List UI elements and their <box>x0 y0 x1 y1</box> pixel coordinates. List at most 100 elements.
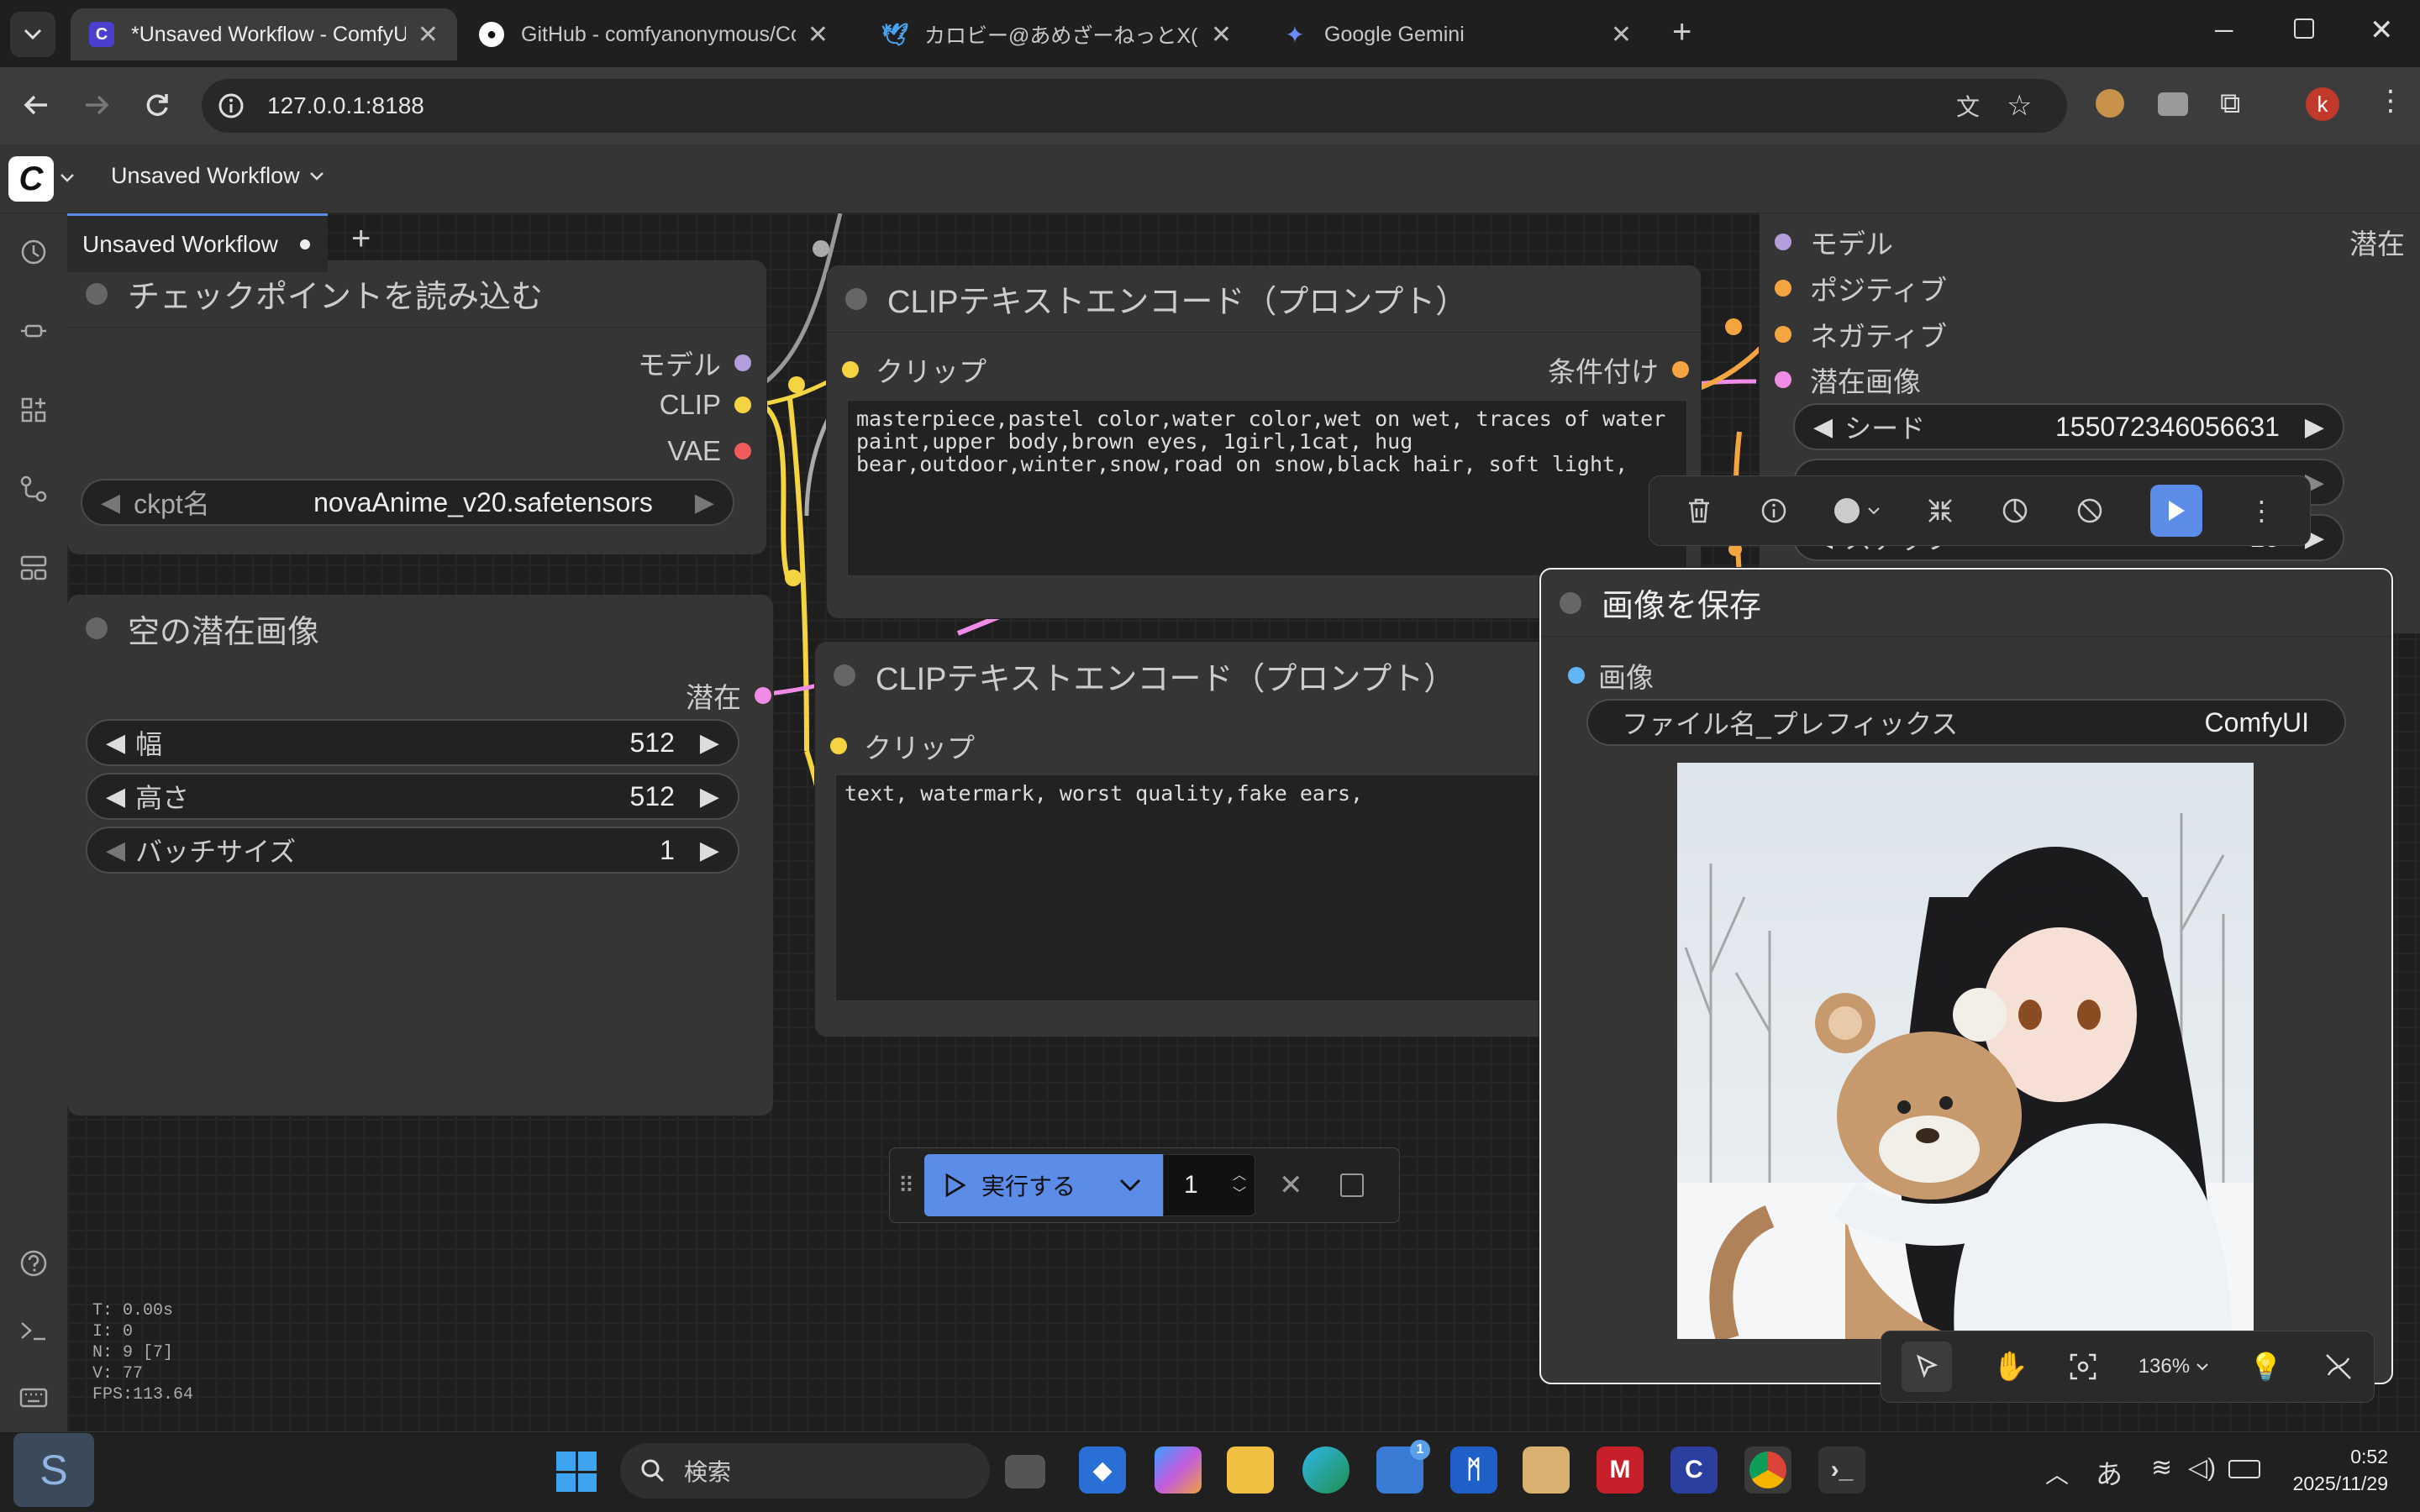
collapse-dot-icon[interactable] <box>845 287 867 310</box>
input-dot[interactable] <box>1775 234 1791 250</box>
left-arrow-icon[interactable]: ◀ <box>1813 412 1833 442</box>
more-options-icon[interactable]: ⋮ <box>2249 495 2275 527</box>
collapse-dot-icon[interactable] <box>834 664 855 686</box>
cookie-extension-icon[interactable] <box>2096 89 2124 118</box>
width-number-widget[interactable]: ◀ 幅 512 ▶ <box>86 719 739 766</box>
filename-prefix-text-widget[interactable]: ファイル名_プレフィックス ComfyUI <box>1586 699 2346 746</box>
close-tab-icon[interactable]: ✕ <box>418 20 439 50</box>
right-arrow-icon[interactable]: ▶ <box>2305 412 2324 442</box>
output-clip[interactable]: CLIP <box>660 389 751 421</box>
history-icon[interactable] <box>18 237 49 267</box>
collapse-arrows-icon[interactable] <box>1926 496 1954 525</box>
output-latent[interactable]: 潜在 <box>686 675 771 716</box>
node-header[interactable]: CLIPテキストエンコード（プロンプト） <box>827 265 1701 333</box>
color-picker-button[interactable] <box>1833 498 1880 523</box>
terminal-icon[interactable] <box>18 1315 49 1346</box>
run-button[interactable]: 実行する <box>924 1154 1164 1216</box>
hand-pan-icon[interactable]: ✋ <box>1993 1350 2028 1383</box>
save-image-node[interactable]: 画像を保存 画像 ファイル名_プレフィックス ComfyUI <box>1539 568 2393 1384</box>
collapse-dot-icon[interactable] <box>1560 591 1581 614</box>
model-library-icon[interactable] <box>18 395 49 425</box>
input-dot[interactable] <box>1775 280 1791 297</box>
edge-browser-icon[interactable] <box>1302 1446 1349 1494</box>
run-mode-chevron-icon[interactable] <box>1119 1179 1141 1192</box>
templates-icon[interactable] <box>18 553 49 583</box>
zoom-level-dropdown[interactable]: 136% <box>2139 1355 2208 1378</box>
left-arrow-icon[interactable]: ◀ <box>106 836 125 865</box>
input-clip[interactable]: クリップ <box>830 726 975 766</box>
fit-view-icon[interactable] <box>2069 1352 2097 1381</box>
input-model[interactable]: モデル <box>1775 222 1893 262</box>
convert-subgraph-icon[interactable] <box>2001 496 2029 525</box>
stop-square-icon[interactable] <box>1339 1173 1364 1197</box>
copilot-icon[interactable] <box>1155 1446 1202 1494</box>
extensions-puzzle-icon[interactable]: ⧉ <box>2220 87 2240 120</box>
logo-menu-chevron-icon[interactable] <box>60 174 74 182</box>
prompt-textarea[interactable]: masterpiece,pastel color,water color,wet… <box>847 400 1687 576</box>
lightbulb-icon[interactable]: 💡 <box>2249 1351 2282 1383</box>
wifi-icon[interactable]: ≋ <box>2151 1453 2172 1483</box>
clock[interactable]: 0:52 2025/11/29 <box>2279 1443 2388 1497</box>
translate-icon[interactable]: 文 <box>1956 89 1980 123</box>
tab-search-button[interactable] <box>10 12 55 57</box>
ime-indicator[interactable]: あ <box>2096 1453 2123 1492</box>
batch-count-input[interactable]: 1 ︿ ﹀ <box>1163 1154 1256 1216</box>
new-tab-button[interactable]: + <box>1672 13 1691 51</box>
input-latent-image[interactable]: 潜在画像 <box>1775 360 1921 400</box>
node-header[interactable]: 画像を保存 <box>1541 570 2391 637</box>
output-vae[interactable]: VAE <box>667 435 751 467</box>
camera-extension-icon[interactable] <box>2158 92 2188 116</box>
workflows-icon[interactable] <box>18 474 49 504</box>
stepper-arrows-icon[interactable]: ︿ ﹀ <box>1233 1167 1246 1204</box>
ckpt-name-combo[interactable]: ◀ ckpt名 novaAnime_v20.safetensors ▶ <box>81 479 734 526</box>
ms-store-icon[interactable]: 1 <box>1376 1440 1430 1494</box>
node-library-icon[interactable] <box>18 316 49 346</box>
prompt-textarea[interactable]: text, watermark, worst quality,fake ears… <box>835 774 1591 1001</box>
drag-handle-icon[interactable]: ⠿ <box>898 1173 914 1199</box>
empty-latent-image-node[interactable]: 空の潜在画像 潜在 ◀ 幅 512 ▶ ◀ 高さ 512 ▶ ◀ バッチサイズ 1 ▶ <box>67 595 773 1116</box>
chrome-icon[interactable] <box>1744 1446 1791 1494</box>
hide-links-icon[interactable] <box>2323 1352 2354 1382</box>
output-dot[interactable] <box>755 687 771 704</box>
info-icon[interactable] <box>1760 496 1788 525</box>
trash-icon[interactable] <box>1685 496 1713 526</box>
close-tab-icon[interactable]: ✕ <box>1211 20 1232 50</box>
output-conditioning[interactable]: 条件付け <box>1548 349 1689 390</box>
widgets-app-icon[interactable]: S <box>13 1433 94 1507</box>
collapse-dot-icon[interactable] <box>86 617 108 639</box>
comfyui-logo[interactable]: C <box>8 156 54 202</box>
back-arrow-icon[interactable] <box>22 91 50 119</box>
left-arrow-icon[interactable]: ◀ <box>101 488 120 517</box>
output-dot[interactable] <box>734 354 751 371</box>
vscode-insiders-icon[interactable]: ◆ <box>1079 1446 1126 1494</box>
bookmark-star-icon[interactable]: ☆ <box>2007 89 2032 123</box>
file-explorer-icon[interactable] <box>1227 1446 1274 1494</box>
input-image[interactable]: 画像 <box>1568 655 1654 696</box>
input-dot[interactable] <box>1775 371 1791 388</box>
batch-size-number-widget[interactable]: ◀ バッチサイズ 1 ▶ <box>86 827 739 874</box>
left-arrow-icon[interactable]: ◀ <box>106 782 125 811</box>
collapse-dot-icon[interactable] <box>86 282 108 305</box>
left-arrow-icon[interactable]: ◀ <box>106 728 125 758</box>
close-tab-icon[interactable]: ✕ <box>808 20 829 50</box>
select-mode-button[interactable] <box>1902 1341 1953 1392</box>
checkpoint-loader-node[interactable]: チェックポイントを読み込む モデル CLIP VAE ◀ ckpt名 novaA… <box>67 260 766 554</box>
output-dot[interactable] <box>1672 361 1689 378</box>
browser-menu-icon[interactable]: ⋮ <box>2376 84 2405 118</box>
clip-text-encode-positive-node[interactable]: CLIPテキストエンコード（プロンプト） クリップ 条件付け masterpie… <box>827 265 1701 618</box>
workflow-tab[interactable]: Unsaved Workflow <box>67 213 328 272</box>
input-dot[interactable] <box>842 361 859 378</box>
keyboard-shortcuts-icon[interactable] <box>18 1383 49 1413</box>
address-bar[interactable]: 127.0.0.1:8188 文 ☆ <box>202 79 2067 133</box>
node-graph-canvas[interactable]: チェックポイントを読み込む モデル CLIP VAE ◀ ckpt名 novaA… <box>67 213 2420 1431</box>
right-arrow-icon[interactable]: ▶ <box>700 782 719 811</box>
profile-avatar[interactable]: k <box>2306 87 2339 121</box>
taskbar-search-box[interactable]: 検索 <box>620 1443 990 1499</box>
height-number-widget[interactable]: ◀ 高さ 512 ▶ <box>86 773 739 820</box>
right-arrow-icon[interactable]: ▶ <box>700 728 719 758</box>
generated-image-preview[interactable] <box>1677 763 2254 1339</box>
new-workflow-tab-button[interactable]: + <box>351 220 371 258</box>
input-clip[interactable]: クリップ <box>842 349 986 390</box>
input-positive[interactable]: ポジティブ <box>1775 268 1947 308</box>
help-icon[interactable] <box>18 1248 49 1278</box>
